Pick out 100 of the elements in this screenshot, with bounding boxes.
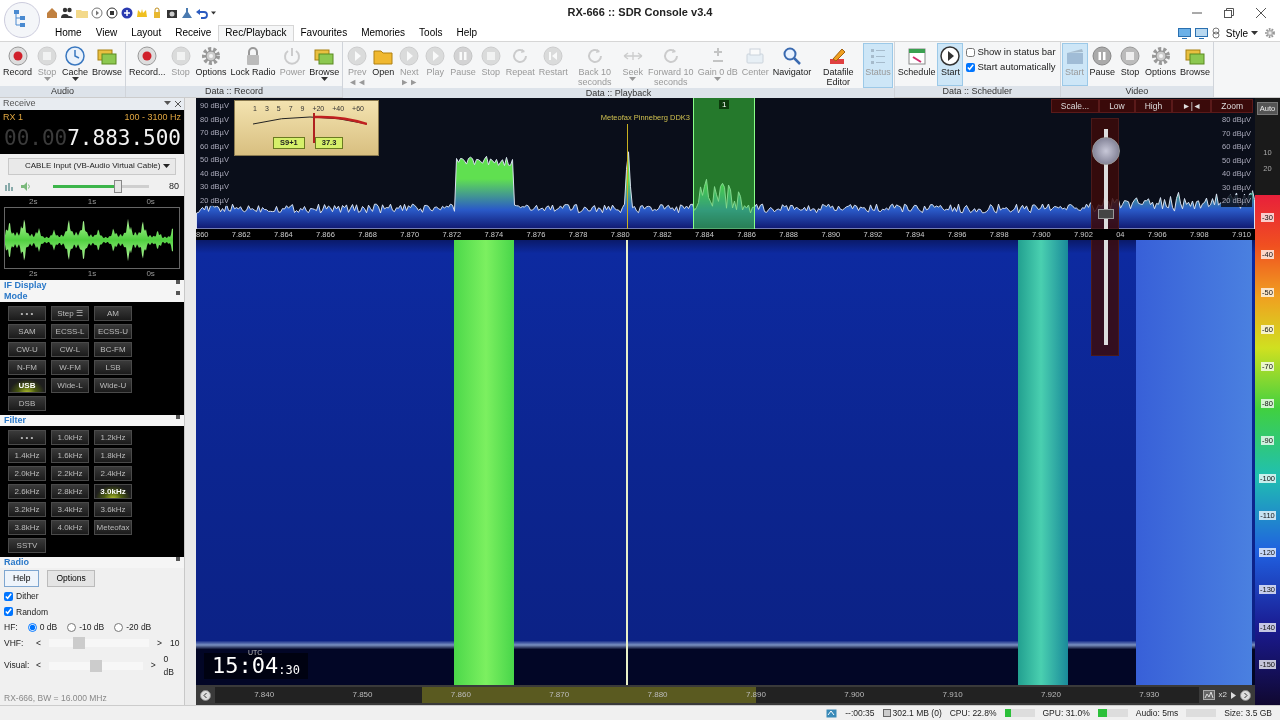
- mode-button[interactable]: DSB: [8, 396, 46, 411]
- play-icon[interactable]: [91, 6, 103, 19]
- flask-icon[interactable]: [181, 6, 193, 19]
- filter-button[interactable]: Meteofax: [94, 520, 132, 535]
- ribbon-button[interactable]: Start: [937, 43, 964, 86]
- menu-tab[interactable]: Help: [449, 25, 485, 41]
- filter-button[interactable]: 2.0kHz: [8, 466, 46, 481]
- menu-tab[interactable]: Memories: [354, 25, 413, 41]
- filter-button[interactable]: 4.0kHz: [51, 520, 89, 535]
- vhf-slider[interactable]: [48, 639, 149, 648]
- ribbon-button[interactable]: Navigator: [770, 43, 814, 88]
- menu-tab[interactable]: Home: [48, 25, 89, 41]
- filter-button[interactable]: 2.4kHz: [94, 466, 132, 481]
- visual-slider[interactable]: [48, 661, 143, 670]
- slider-thumb[interactable]: [1092, 136, 1120, 165]
- menu-tab[interactable]: Tools: [412, 25, 450, 41]
- radio-button[interactable]: [67, 623, 77, 633]
- checkbox[interactable]: [4, 607, 13, 617]
- monitor-icon[interactable]: [1194, 27, 1208, 39]
- mode-button[interactable]: AM: [94, 306, 132, 321]
- menu-tab[interactable]: Rec/Playback: [218, 25, 294, 41]
- filter-button[interactable]: 1.0kHz: [51, 430, 89, 445]
- mode-button[interactable]: SAM: [8, 324, 46, 339]
- radio-button[interactable]: [114, 623, 124, 633]
- arrow-button[interactable]: >: [150, 659, 156, 672]
- panel-button[interactable]: Help: [4, 570, 40, 587]
- arrow-button[interactable]: >: [156, 637, 162, 650]
- mode-button[interactable]: ECSS-L: [51, 324, 89, 339]
- stop-icon[interactable]: [106, 6, 118, 19]
- slider-knob[interactable]: [1098, 209, 1114, 219]
- overview-bar[interactable]: 7.840 7.850 7.860 7.870 7.880 7.890 7.900 7.910 7.920 7.930: [215, 687, 1199, 703]
- section-header[interactable]: Filter: [4, 415, 26, 426]
- mode-button[interactable]: W-FM: [51, 360, 89, 375]
- ribbon-button[interactable]: Options: [1143, 43, 1179, 86]
- mode-button[interactable]: LSB: [94, 360, 132, 375]
- spectrum-tool-button[interactable]: Low: [1099, 99, 1135, 113]
- spectrum-tool-button[interactable]: ►|◄: [1172, 99, 1212, 113]
- panel-button[interactable]: Options: [47, 570, 95, 587]
- filter-button[interactable]: SSTV: [8, 538, 46, 553]
- section-header[interactable]: Mode: [4, 291, 28, 302]
- menu-tab[interactable]: Layout: [124, 25, 169, 41]
- scroll-left-icon[interactable]: [200, 689, 211, 701]
- ribbon-button[interactable]: Browse: [1178, 43, 1213, 86]
- filter-button[interactable]: 1.8kHz: [94, 448, 132, 463]
- slider-thumb[interactable]: [89, 659, 102, 672]
- menu-tab[interactable]: View: [88, 25, 125, 41]
- mode-button[interactable]: Step ☰: [51, 306, 89, 321]
- ribbon-button[interactable]: Browse: [307, 43, 342, 86]
- filter-button[interactable]: 3.6kHz: [94, 502, 132, 517]
- slider-thumb[interactable]: [72, 637, 85, 650]
- undo-icon[interactable]: [196, 6, 208, 19]
- zoom-label[interactable]: x2: [1218, 689, 1227, 701]
- people-icon[interactable]: [61, 6, 73, 19]
- spectrum-tool-button[interactable]: Zoom: [1211, 99, 1253, 113]
- close-icon[interactable]: [1256, 7, 1266, 18]
- mode-button[interactable]: CW-U: [8, 342, 46, 357]
- slider-thumb[interactable]: [114, 179, 123, 193]
- filter-button[interactable]: 3.0kHz: [94, 484, 132, 499]
- ribbon-button[interactable]: Datafile Editor: [813, 43, 864, 88]
- mode-button[interactable]: USB: [8, 378, 46, 393]
- mode-button[interactable]: Wide-L: [51, 378, 89, 393]
- mode-button[interactable]: Wide-U: [94, 378, 132, 393]
- filter-button[interactable]: 2.2kHz: [51, 466, 89, 481]
- checkbox[interactable]: [4, 591, 13, 601]
- menu-tab[interactable]: Favourites: [293, 25, 355, 41]
- arrow-button[interactable]: <: [36, 637, 41, 650]
- mode-button[interactable]: N-FM: [8, 360, 46, 375]
- monitor-icon[interactable]: [1177, 27, 1191, 39]
- mode-button[interactable]: • • •: [8, 306, 46, 321]
- close-icon[interactable]: [175, 101, 181, 107]
- filter-button[interactable]: 1.2kHz: [94, 430, 132, 445]
- frequency-display[interactable]: 00.007.883.500: [0, 125, 184, 154]
- spectrum-tool-button[interactable]: High: [1134, 99, 1173, 113]
- ribbon-button[interactable]: Pause: [1087, 43, 1118, 86]
- speaker-icon[interactable]: [21, 181, 31, 191]
- mode-button[interactable]: BC-FM: [94, 342, 132, 357]
- ribbon-button[interactable]: Schedule: [895, 43, 938, 86]
- ribbon-button[interactable]: Stop: [1117, 43, 1144, 86]
- caret-right-icon[interactable]: [1231, 691, 1236, 699]
- ribbon-button[interactable]: Cache: [60, 43, 91, 86]
- ribbon-button[interactable]: Browse: [90, 43, 125, 86]
- mode-button[interactable]: ECSS-U: [94, 324, 132, 339]
- section-header[interactable]: Radio: [4, 557, 29, 568]
- filter-button[interactable]: 2.8kHz: [51, 484, 89, 499]
- filter-button[interactable]: • • •: [8, 430, 46, 445]
- scroll-right-icon[interactable]: [1240, 689, 1251, 701]
- style-dropdown[interactable]: Style: [1223, 25, 1260, 41]
- filter-button[interactable]: 1.6kHz: [51, 448, 89, 463]
- arrow-button[interactable]: <: [36, 659, 41, 672]
- filter-button[interactable]: 3.2kHz: [8, 502, 46, 517]
- filter-button[interactable]: 3.8kHz: [8, 520, 46, 535]
- ribbon-button[interactable]: Lock Radio: [228, 43, 278, 86]
- plus-icon[interactable]: [121, 6, 133, 19]
- filter-passband[interactable]: 1: [693, 98, 755, 229]
- spectrum-icon[interactable]: [1202, 690, 1215, 700]
- ribbon-button[interactable]: Record...: [127, 43, 168, 86]
- ribbon-button[interactable]: Open: [370, 43, 397, 88]
- mode-button[interactable]: CW-L: [51, 342, 89, 357]
- filter-button[interactable]: 1.4kHz: [8, 448, 46, 463]
- ribbon-button[interactable]: Options: [193, 43, 229, 86]
